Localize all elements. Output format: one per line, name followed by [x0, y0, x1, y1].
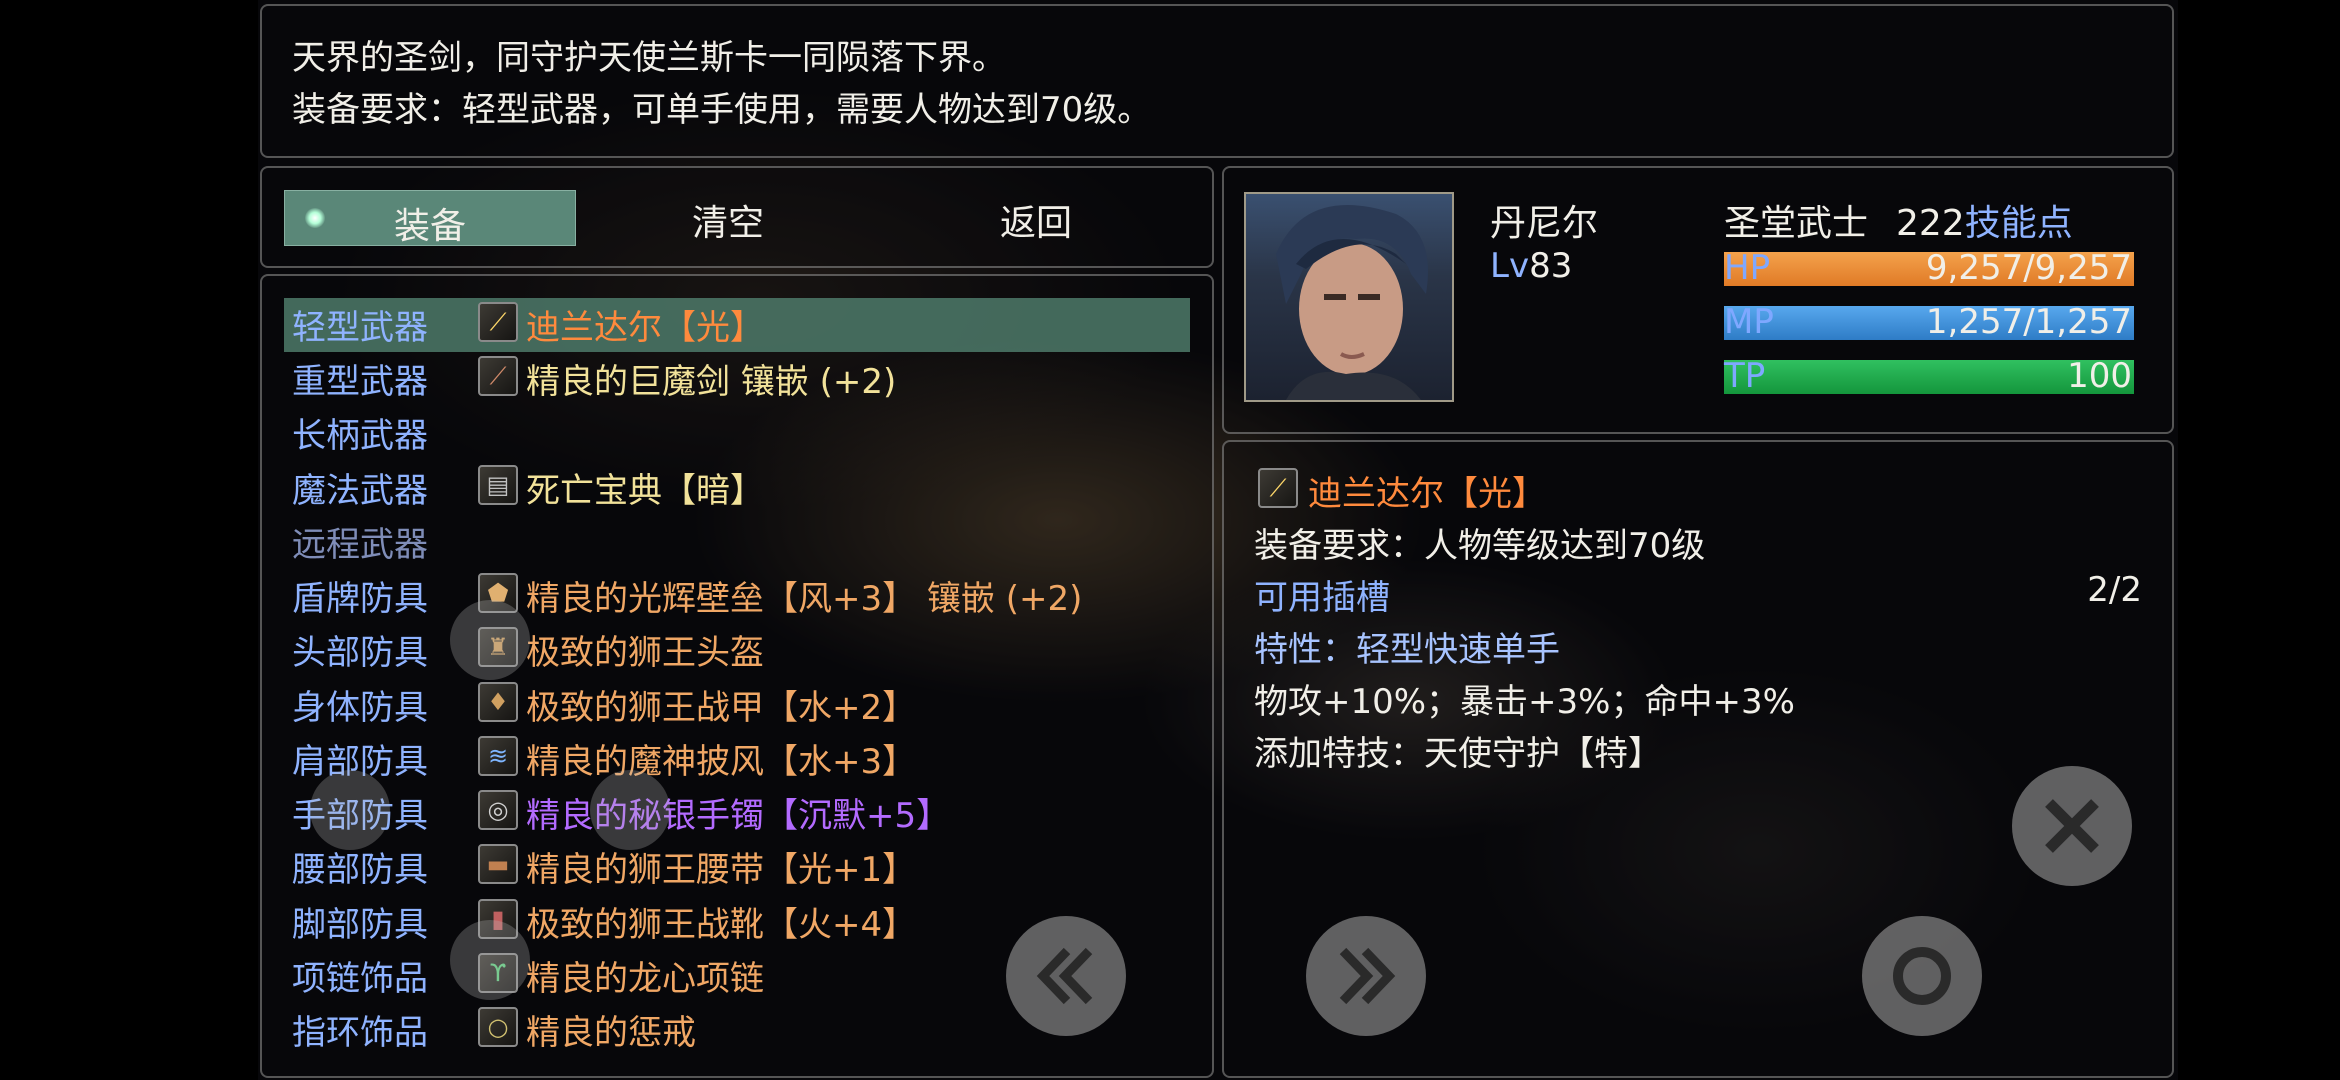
- dpad-left-button[interactable]: [310, 770, 390, 850]
- detail-stats: 物攻+10%；暴击+3%；命中+3%: [1254, 682, 1795, 722]
- close-button[interactable]: [2012, 766, 2132, 886]
- skill-points-value: 222: [1896, 203, 1965, 244]
- tab-equip-label: 装备: [393, 206, 466, 247]
- character-name: 丹尼尔: [1490, 203, 1599, 244]
- dpad-right-button[interactable]: [590, 770, 670, 850]
- mp-bar: MP 1,257/1,257: [1724, 302, 2134, 342]
- tp-value: 100: [2067, 356, 2132, 396]
- tab-equip[interactable]: 装备: [284, 190, 576, 247]
- detail-requirement: 装备要求：人物等级达到70级: [1254, 526, 1706, 566]
- slot-label[interactable]: 轻型武器: [292, 300, 428, 349]
- tab-bar: 装备 清空 返回: [260, 166, 1214, 268]
- detail-slots-value: 2/2: [2087, 570, 2142, 610]
- hp-label: HP: [1724, 248, 1771, 288]
- equipped-item[interactable]: 迪兰达尔【光】: [526, 300, 764, 349]
- character-portrait[interactable]: [1244, 192, 1454, 402]
- hp-value: 9,257/9,257: [1925, 248, 2132, 288]
- slot-label[interactable]: 长柄武器: [292, 408, 428, 457]
- level-prefix: Lv: [1490, 246, 1530, 286]
- equipped-item[interactable]: 死亡宝典【暗】: [526, 463, 764, 512]
- character-panel: 丹尼尔 Lv83 圣堂武士 222技能点 HP 9,257/9,257 MP 1…: [1222, 166, 2174, 434]
- detail-slots-label: 可用插槽: [1254, 578, 1390, 618]
- hp-bar: HP 9,257/9,257: [1724, 248, 2134, 288]
- circle-icon: [1893, 947, 1951, 1005]
- tp-label: TP: [1724, 356, 1766, 396]
- tp-bar: TP 100: [1724, 356, 2134, 396]
- slot-label[interactable]: 远程武器: [292, 517, 428, 566]
- confirm-button[interactable]: [1862, 916, 1982, 1036]
- mp-value: 1,257/1,257: [1925, 302, 2132, 342]
- mp-label: MP: [1724, 302, 1774, 342]
- previous-button[interactable]: [1006, 916, 1126, 1036]
- tab-back[interactable]: 返回: [1000, 194, 1072, 246]
- portrait-face-icon: [1276, 205, 1428, 400]
- tab-clear[interactable]: 清空: [692, 194, 764, 246]
- dpad-up-button[interactable]: [450, 600, 530, 680]
- dpad-overlay[interactable]: [310, 600, 690, 1020]
- detail-skill: 添加特技：天使守护【特】: [1254, 734, 1662, 774]
- description-line-1: 天界的圣剑，同守护天使兰斯卡一同陨落下界。: [292, 38, 1006, 78]
- equipped-item[interactable]: 精良的巨魔剑 镶嵌 (+2): [526, 354, 896, 403]
- level-value: 83: [1529, 246, 1573, 286]
- description-line-2: 装备要求：轻型武器，可单手使用，需要人物达到70级。: [292, 90, 1152, 130]
- detail-item-name: 迪兰达尔【光】: [1308, 474, 1546, 514]
- close-icon: [2045, 799, 2099, 853]
- description-panel: 天界的圣剑，同守护天使兰斯卡一同陨落下界。 装备要求：轻型武器，可单手使用，需要…: [260, 4, 2174, 158]
- slot-label[interactable]: 重型武器: [292, 354, 428, 403]
- character-class: 圣堂武士: [1724, 203, 1869, 244]
- character-level: Lv83: [1490, 246, 1572, 286]
- double-chevron-left-icon: [1036, 947, 1093, 1005]
- dpad-down-button[interactable]: [450, 920, 530, 1000]
- greatsword-icon: ⟋: [478, 356, 518, 397]
- sword-icon: ⟋: [478, 302, 518, 342]
- slot-label[interactable]: 魔法武器: [292, 463, 428, 512]
- book-icon: ▤: [478, 464, 518, 505]
- next-button[interactable]: [1306, 916, 1426, 1036]
- skill-points: 222技能点: [1896, 194, 2073, 246]
- sword-icon: ⟋: [1258, 468, 1298, 508]
- double-chevron-right-icon: [1339, 947, 1396, 1005]
- skill-points-label: 技能点: [1964, 203, 2073, 244]
- detail-trait: 特性：轻型快速单手: [1254, 630, 1560, 670]
